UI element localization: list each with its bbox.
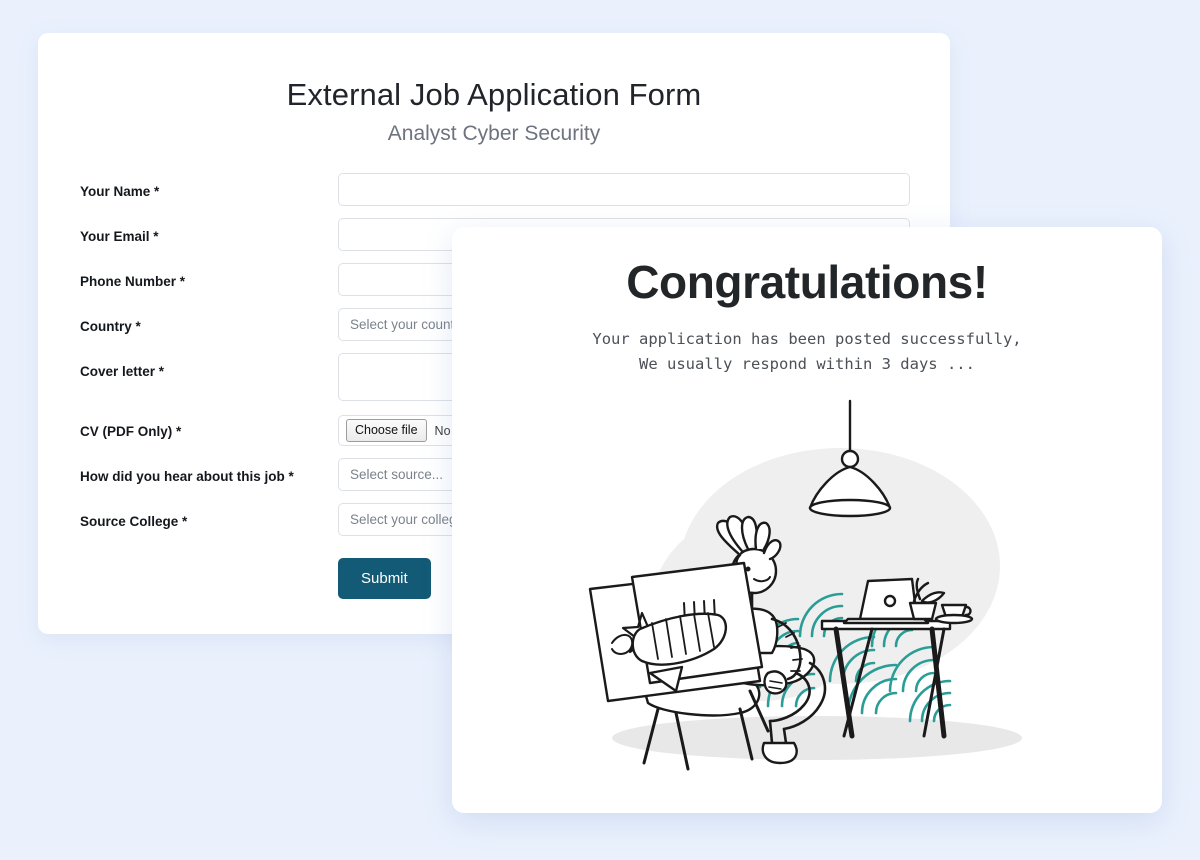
choose-file-button[interactable]: Choose file — [346, 419, 427, 442]
label-your-email: Your Email * — [80, 229, 159, 244]
label-how-did-you-hear: How did you hear about this job * — [80, 469, 294, 484]
label-phone-number: Phone Number * — [80, 274, 186, 289]
success-message: Your application has been posted success… — [592, 330, 1022, 374]
label-cv-upload: CV (PDF Only) * — [80, 424, 182, 439]
label-your-name: Your Name * — [80, 184, 160, 199]
success-dialog-card: Congratulations! Your application has be… — [452, 227, 1162, 813]
label-cover-letter: Cover letter * — [80, 364, 165, 379]
success-heading: Congratulations! — [626, 256, 988, 308]
page-subtitle: Analyst Cyber Security — [387, 122, 601, 145]
floor-shadow — [612, 716, 1022, 761]
label-country: Country * — [80, 319, 141, 334]
submit-button[interactable]: Submit — [338, 558, 431, 599]
newspaper — [588, 562, 764, 703]
form-row-your-name: Your Name * — [80, 173, 910, 206]
label-source-college: Source College * — [80, 514, 188, 529]
your-name-input[interactable] — [338, 173, 910, 206]
page-title: External Job Application Form — [286, 77, 702, 112]
control-your-name — [338, 173, 910, 206]
person-reading-newspaper-at-desk-illustration — [588, 400, 1022, 771]
